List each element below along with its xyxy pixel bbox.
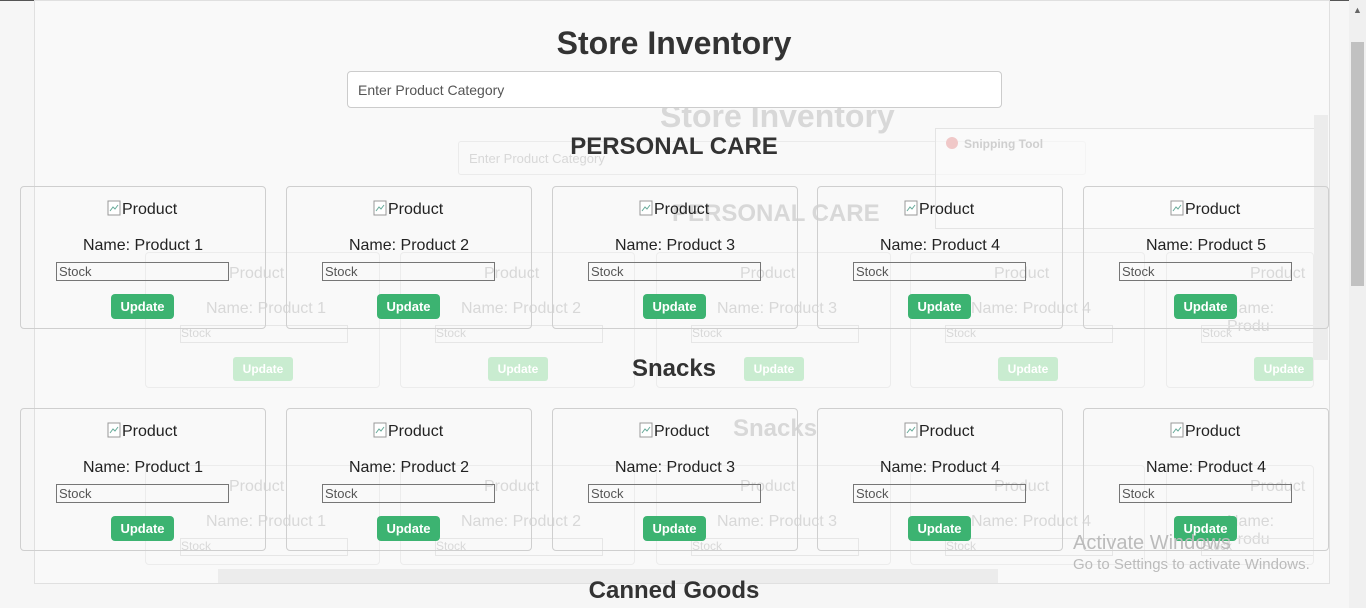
update-button[interactable]: Update bbox=[111, 294, 174, 319]
broken-image-icon bbox=[107, 200, 121, 216]
product-card: ProductName: Product 4Update bbox=[1083, 408, 1329, 551]
product-card: Product Name: Product 1 Update bbox=[20, 408, 266, 551]
update-button[interactable]: Update bbox=[908, 516, 971, 541]
product-image-alt: Product bbox=[654, 201, 710, 218]
product-image: Product bbox=[107, 200, 177, 219]
update-button[interactable]: Update bbox=[377, 516, 440, 541]
product-name: Name: Product 2 bbox=[348, 459, 470, 476]
product-name: Name: Product 3 bbox=[614, 237, 736, 254]
broken-image-icon bbox=[373, 422, 387, 438]
update-button[interactable]: Update bbox=[377, 294, 440, 319]
product-image: Product bbox=[373, 422, 443, 441]
product-name: Name: Product 3 bbox=[614, 459, 736, 476]
broken-image-icon bbox=[1170, 422, 1184, 438]
product-name: Name: Product 1 bbox=[82, 459, 204, 476]
broken-image-icon bbox=[107, 422, 121, 438]
category-title: PERSONAL CARE bbox=[570, 133, 778, 160]
product-image: Product bbox=[1170, 200, 1240, 219]
stock-input[interactable] bbox=[588, 262, 761, 281]
product-image: Product bbox=[904, 200, 974, 219]
stock-input[interactable] bbox=[1119, 484, 1292, 503]
product-name: Name: Product 4 bbox=[1145, 459, 1267, 476]
stock-input[interactable] bbox=[56, 484, 229, 503]
update-button[interactable]: Update bbox=[1174, 294, 1237, 319]
activate-windows-title: Activate Windows bbox=[1073, 532, 1231, 554]
product-card: Product Name: Product 3 Update bbox=[552, 186, 798, 329]
page-title: Store Inventory bbox=[556, 25, 792, 61]
product-card: Product Name: Product 5 Update bbox=[1083, 186, 1329, 329]
product-image-alt: Product bbox=[122, 423, 178, 440]
product-card: Product Name: Product 1 Update bbox=[20, 186, 266, 329]
update-button[interactable]: Update bbox=[643, 516, 706, 541]
broken-image-icon bbox=[639, 200, 653, 216]
stock-input[interactable] bbox=[853, 262, 1026, 281]
stock-input[interactable] bbox=[1119, 262, 1292, 281]
category-title: Canned Goods bbox=[588, 577, 760, 604]
broken-image-icon bbox=[904, 200, 918, 216]
update-button[interactable]: Update bbox=[111, 516, 174, 541]
broken-image-icon bbox=[1170, 200, 1184, 216]
broken-image-icon bbox=[639, 422, 653, 438]
product-image-alt: Product bbox=[919, 201, 975, 218]
product-card: Product Name: Product 2 Update bbox=[286, 186, 532, 329]
product-image-alt: Product bbox=[122, 201, 178, 218]
stock-input[interactable] bbox=[588, 484, 761, 503]
product-image-alt: Product bbox=[388, 423, 444, 440]
product-card: Product Name: Product 3 Update bbox=[552, 408, 798, 551]
product-image: Product bbox=[904, 422, 974, 441]
product-name: Name: Product 4 bbox=[879, 237, 1001, 254]
update-button[interactable]: Update bbox=[908, 294, 971, 319]
product-image-alt: Product bbox=[1185, 423, 1241, 440]
product-image: Product bbox=[639, 200, 709, 219]
product-image-alt: Product bbox=[1185, 201, 1241, 218]
stock-input[interactable] bbox=[853, 484, 1026, 503]
product-image-alt: Product bbox=[919, 423, 975, 440]
scrollbar-thumb[interactable] bbox=[1351, 42, 1364, 286]
activate-windows-subtitle: Go to Settings to activate Windows. bbox=[1073, 556, 1310, 573]
broken-image-icon bbox=[373, 200, 387, 216]
product-image-alt: Product bbox=[654, 423, 710, 440]
stock-input[interactable] bbox=[322, 484, 495, 503]
product-name: Name: Product 2 bbox=[348, 237, 470, 254]
product-card: Product Name: Product 4 Update bbox=[817, 186, 1063, 329]
product-image: Product bbox=[107, 422, 177, 441]
broken-image-icon bbox=[904, 422, 918, 438]
product-image: Product bbox=[1170, 422, 1240, 441]
category-search-input[interactable] bbox=[347, 71, 1002, 108]
update-button[interactable]: Update bbox=[643, 294, 706, 319]
product-image: Product bbox=[639, 422, 709, 441]
category-title: Snacks bbox=[631, 355, 717, 382]
product-image-alt: Product bbox=[388, 201, 444, 218]
product-name: Name: Product 4 bbox=[879, 459, 1001, 476]
product-card: Product Name: Product 4 Update bbox=[817, 408, 1063, 551]
product-card: Product Name: Product 2 Update bbox=[286, 408, 532, 551]
product-image: Product bbox=[373, 200, 443, 219]
stock-input[interactable] bbox=[322, 262, 495, 281]
stock-input[interactable] bbox=[56, 262, 229, 281]
product-name: Name: Product 5 bbox=[1145, 237, 1267, 254]
product-name: Name: Product 1 bbox=[82, 237, 204, 254]
scroll-up-arrow-icon[interactable]: ▲ bbox=[1351, 4, 1364, 16]
